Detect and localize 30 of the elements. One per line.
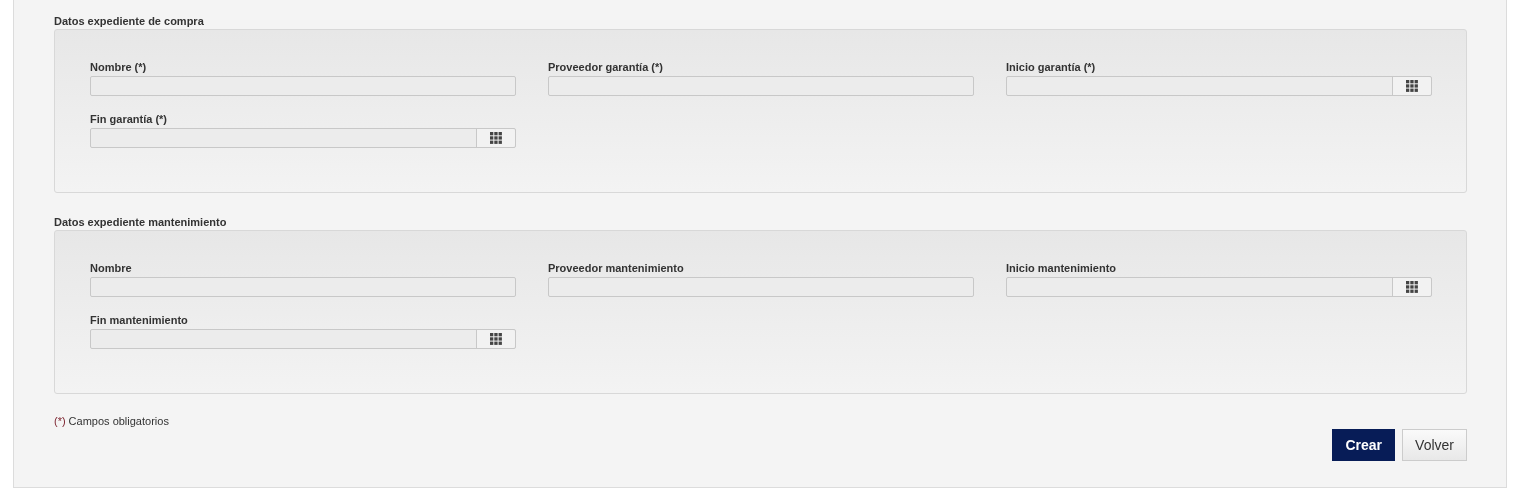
section-title: Datos expediente de compra <box>54 14 205 29</box>
field-label: Fin garantía (*) <box>90 112 168 126</box>
date-field[interactable] <box>90 128 516 148</box>
input-field[interactable] <box>548 277 974 297</box>
required-note: Campos obligatorios <box>68 415 169 427</box>
calendar-icon <box>1406 80 1418 92</box>
field-label: Fin mantenimiento <box>90 313 189 327</box>
date-field[interactable] <box>90 329 516 349</box>
field-label: Proveedor mantenimiento <box>548 261 685 275</box>
input-field[interactable] <box>90 277 516 297</box>
calendar-button[interactable] <box>476 330 515 348</box>
field-label: Proveedor garantía (*) <box>548 60 664 74</box>
calendar-button[interactable] <box>1392 77 1431 95</box>
back-button[interactable]: Volver <box>1402 429 1467 461</box>
field-label: Nombre (*) <box>90 60 148 74</box>
date-field[interactable] <box>1006 277 1432 297</box>
input-field[interactable] <box>548 76 974 96</box>
field-label: Inicio garantía (*) <box>1006 60 1097 74</box>
field-label: Nombre <box>90 261 133 275</box>
input-field[interactable] <box>90 76 516 96</box>
section-title: Datos expediente mantenimiento <box>54 215 228 230</box>
calendar-button[interactable] <box>1392 278 1431 296</box>
create-button[interactable]: Crear <box>1332 429 1396 461</box>
calendar-icon <box>490 132 502 144</box>
calendar-icon <box>1406 281 1418 293</box>
calendar-button[interactable] <box>476 129 515 147</box>
calendar-icon <box>490 333 502 345</box>
field-label: Inicio mantenimiento <box>1006 261 1117 275</box>
required-marker: (*) <box>54 415 66 427</box>
date-field[interactable] <box>1006 76 1432 96</box>
